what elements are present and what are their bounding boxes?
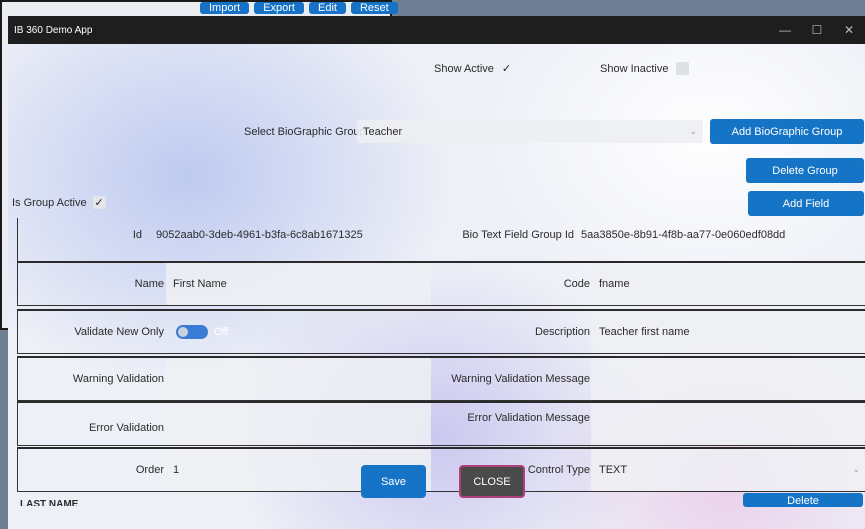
window-title: IB 360 Demo App [14,24,93,36]
description-value: Teacher first name [599,326,690,338]
background-toolbar: Import Export Edit Reset [200,2,398,14]
error-validation-label: Error Validation [89,422,164,434]
save-button[interactable]: Save [361,465,426,498]
name-value: First Name [173,278,227,290]
import-button[interactable]: Import [200,2,250,14]
error-validation-input[interactable] [166,403,431,445]
id-label: Id [132,229,142,241]
name-label: Name [134,278,164,290]
group-select[interactable]: Teacher ⌄ [357,120,703,143]
minimize-icon[interactable]: — [769,16,801,44]
name-input[interactable]: First Name [166,263,431,305]
show-inactive-filter[interactable]: Show Inactive [600,62,690,75]
chevron-down-icon: ⌄ [689,126,697,136]
order-value: 1 [173,464,180,476]
maximize-icon[interactable]: ☐ [801,16,833,44]
validate-toggle-state: Off [214,326,229,338]
error-message-label: Error Validation Message [467,412,590,424]
export-button[interactable]: Export [254,2,304,14]
close-button[interactable]: CLOSE [459,465,525,498]
validate-row: Validate New Only Off Description Teache… [17,309,865,354]
validate-new-only-toggle[interactable] [176,325,208,339]
validate-new-only-label: Validate New Only [74,326,164,338]
show-active-label: Show Active [434,62,494,75]
warning-message-input[interactable] [591,358,865,400]
toggle-knob [178,327,188,337]
group-select-value: Teacher [363,125,403,138]
warning-validation-input[interactable] [166,358,431,400]
show-inactive-checkbox[interactable] [676,62,690,75]
close-icon[interactable]: ✕ [833,16,865,44]
select-group-label: Select BioGraphic Group: [244,126,369,138]
show-inactive-label: Show Inactive [600,62,669,75]
code-input[interactable]: fname [591,263,865,305]
show-active-checkbox[interactable]: ✓ [500,62,513,75]
control-type-value: TEXT [599,464,628,476]
error-validation-row: Error Validation Error Validation Messag… [17,401,865,446]
warning-message-label: Warning Validation Message [451,373,590,385]
order-label: Order [135,464,164,476]
is-group-active-checkbox[interactable]: ✓ [92,196,106,209]
group-id-label: Bio Text Field Group Id [462,229,574,241]
title-bar: IB 360 Demo App — ☐ ✕ [8,16,865,44]
next-section-heading: LAST NAME [20,500,79,506]
reset-button[interactable]: Reset [350,2,398,14]
id-row: Id 9052aab0-3deb-4961-b3fa-6c8ab1671325 … [17,218,865,261]
error-message-input[interactable] [591,403,865,445]
order-row: Order 1 Control Type TEXT ⌄ [17,447,865,492]
is-group-active-label: Is Group Active [12,196,87,209]
app-window: IB 360 Demo App — ☐ ✕ Show Active ✓ Show… [8,16,865,529]
group-id-value: 5aa3850e-8b91-4f8b-aa77-0e060edf08dd [581,229,786,241]
delete-group-button[interactable]: Delete Group [746,158,864,183]
delete-field-button[interactable]: Delete [743,493,863,507]
warning-validation-label: Warning Validation [72,373,164,385]
add-biographic-group-button[interactable]: Add BioGraphic Group [710,119,864,144]
add-field-button[interactable]: Add Field [748,191,864,216]
description-label: Description [534,326,590,338]
control-type-select[interactable]: TEXT ⌄ [591,449,865,491]
name-row: Name First Name Code fname [17,261,865,306]
show-active-filter[interactable]: Show Active ✓ [434,62,513,76]
code-label: Code [563,278,590,290]
control-type-label: Control Type [527,464,590,476]
is-group-active-control[interactable]: Is Group Active ✓ [12,196,106,209]
edit-button[interactable]: Edit [308,2,346,14]
id-value: 9052aab0-3deb-4961-b3fa-6c8ab1671325 [156,229,363,241]
warning-validation-row: Warning Validation Warning Validation Me… [17,356,865,401]
chevron-down-icon: ⌄ [852,464,860,474]
code-value: fname [599,278,630,290]
description-input[interactable]: Teacher first name [591,311,865,353]
editor-content: Show Active ✓ Show Inactive Select BioGr… [8,44,865,529]
